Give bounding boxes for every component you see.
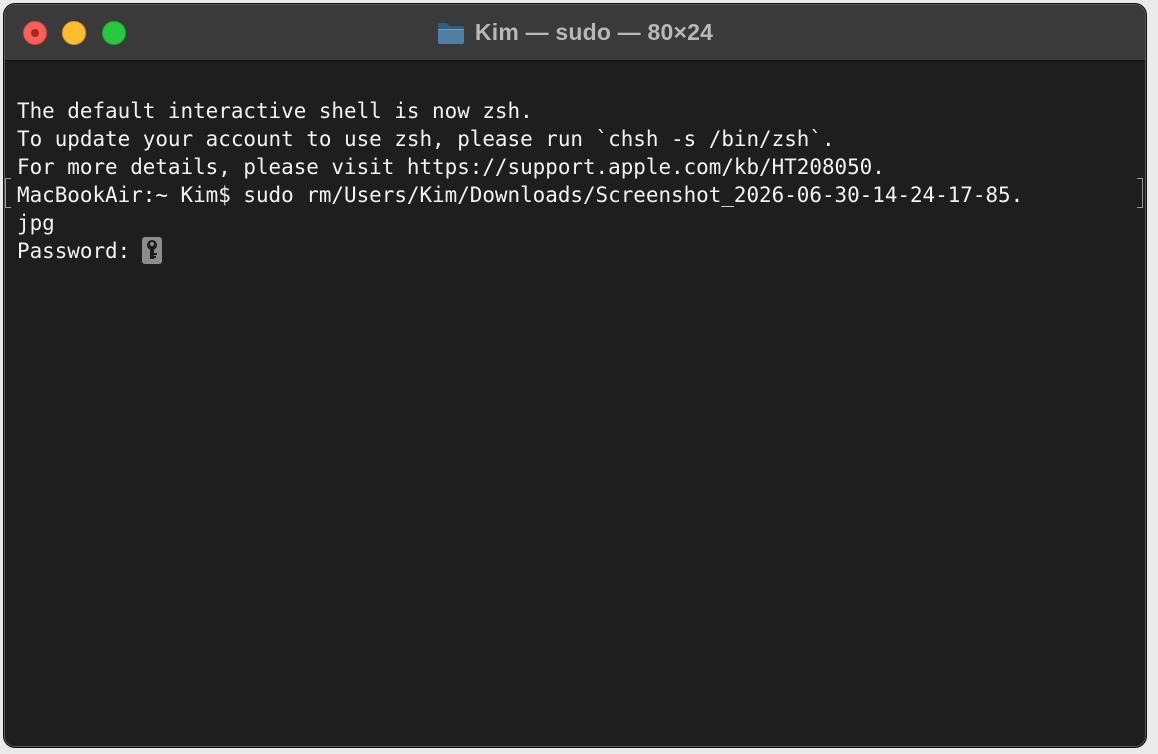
key-icon bbox=[142, 237, 162, 264]
prompt-mark-left bbox=[5, 178, 11, 208]
command-line: MacBookAir:~ Kim$ sudo rm/Users/Kim/Down… bbox=[17, 183, 1024, 207]
terminal-line: The default interactive shell is now zsh… bbox=[17, 99, 533, 123]
terminal-line: jpg bbox=[17, 211, 55, 235]
terminal-line: For more details, please visit https://s… bbox=[17, 155, 885, 179]
password-prompt: Password: bbox=[17, 239, 131, 263]
folder-icon bbox=[437, 21, 465, 45]
terminal-content[interactable]: The default interactive shell is now zsh… bbox=[5, 61, 1145, 746]
window-title-group: Kim — sudo — 80×24 bbox=[5, 5, 1145, 60]
prompt-mark-right bbox=[1137, 178, 1143, 208]
window-title: Kim — sudo — 80×24 bbox=[474, 19, 714, 45]
terminal-line: To update your account to use zsh, pleas… bbox=[17, 127, 835, 151]
terminal-window: Kim — sudo — 80×24 The default interacti… bbox=[4, 4, 1146, 747]
title-bar[interactable]: Kim — sudo — 80×24 bbox=[5, 5, 1145, 61]
